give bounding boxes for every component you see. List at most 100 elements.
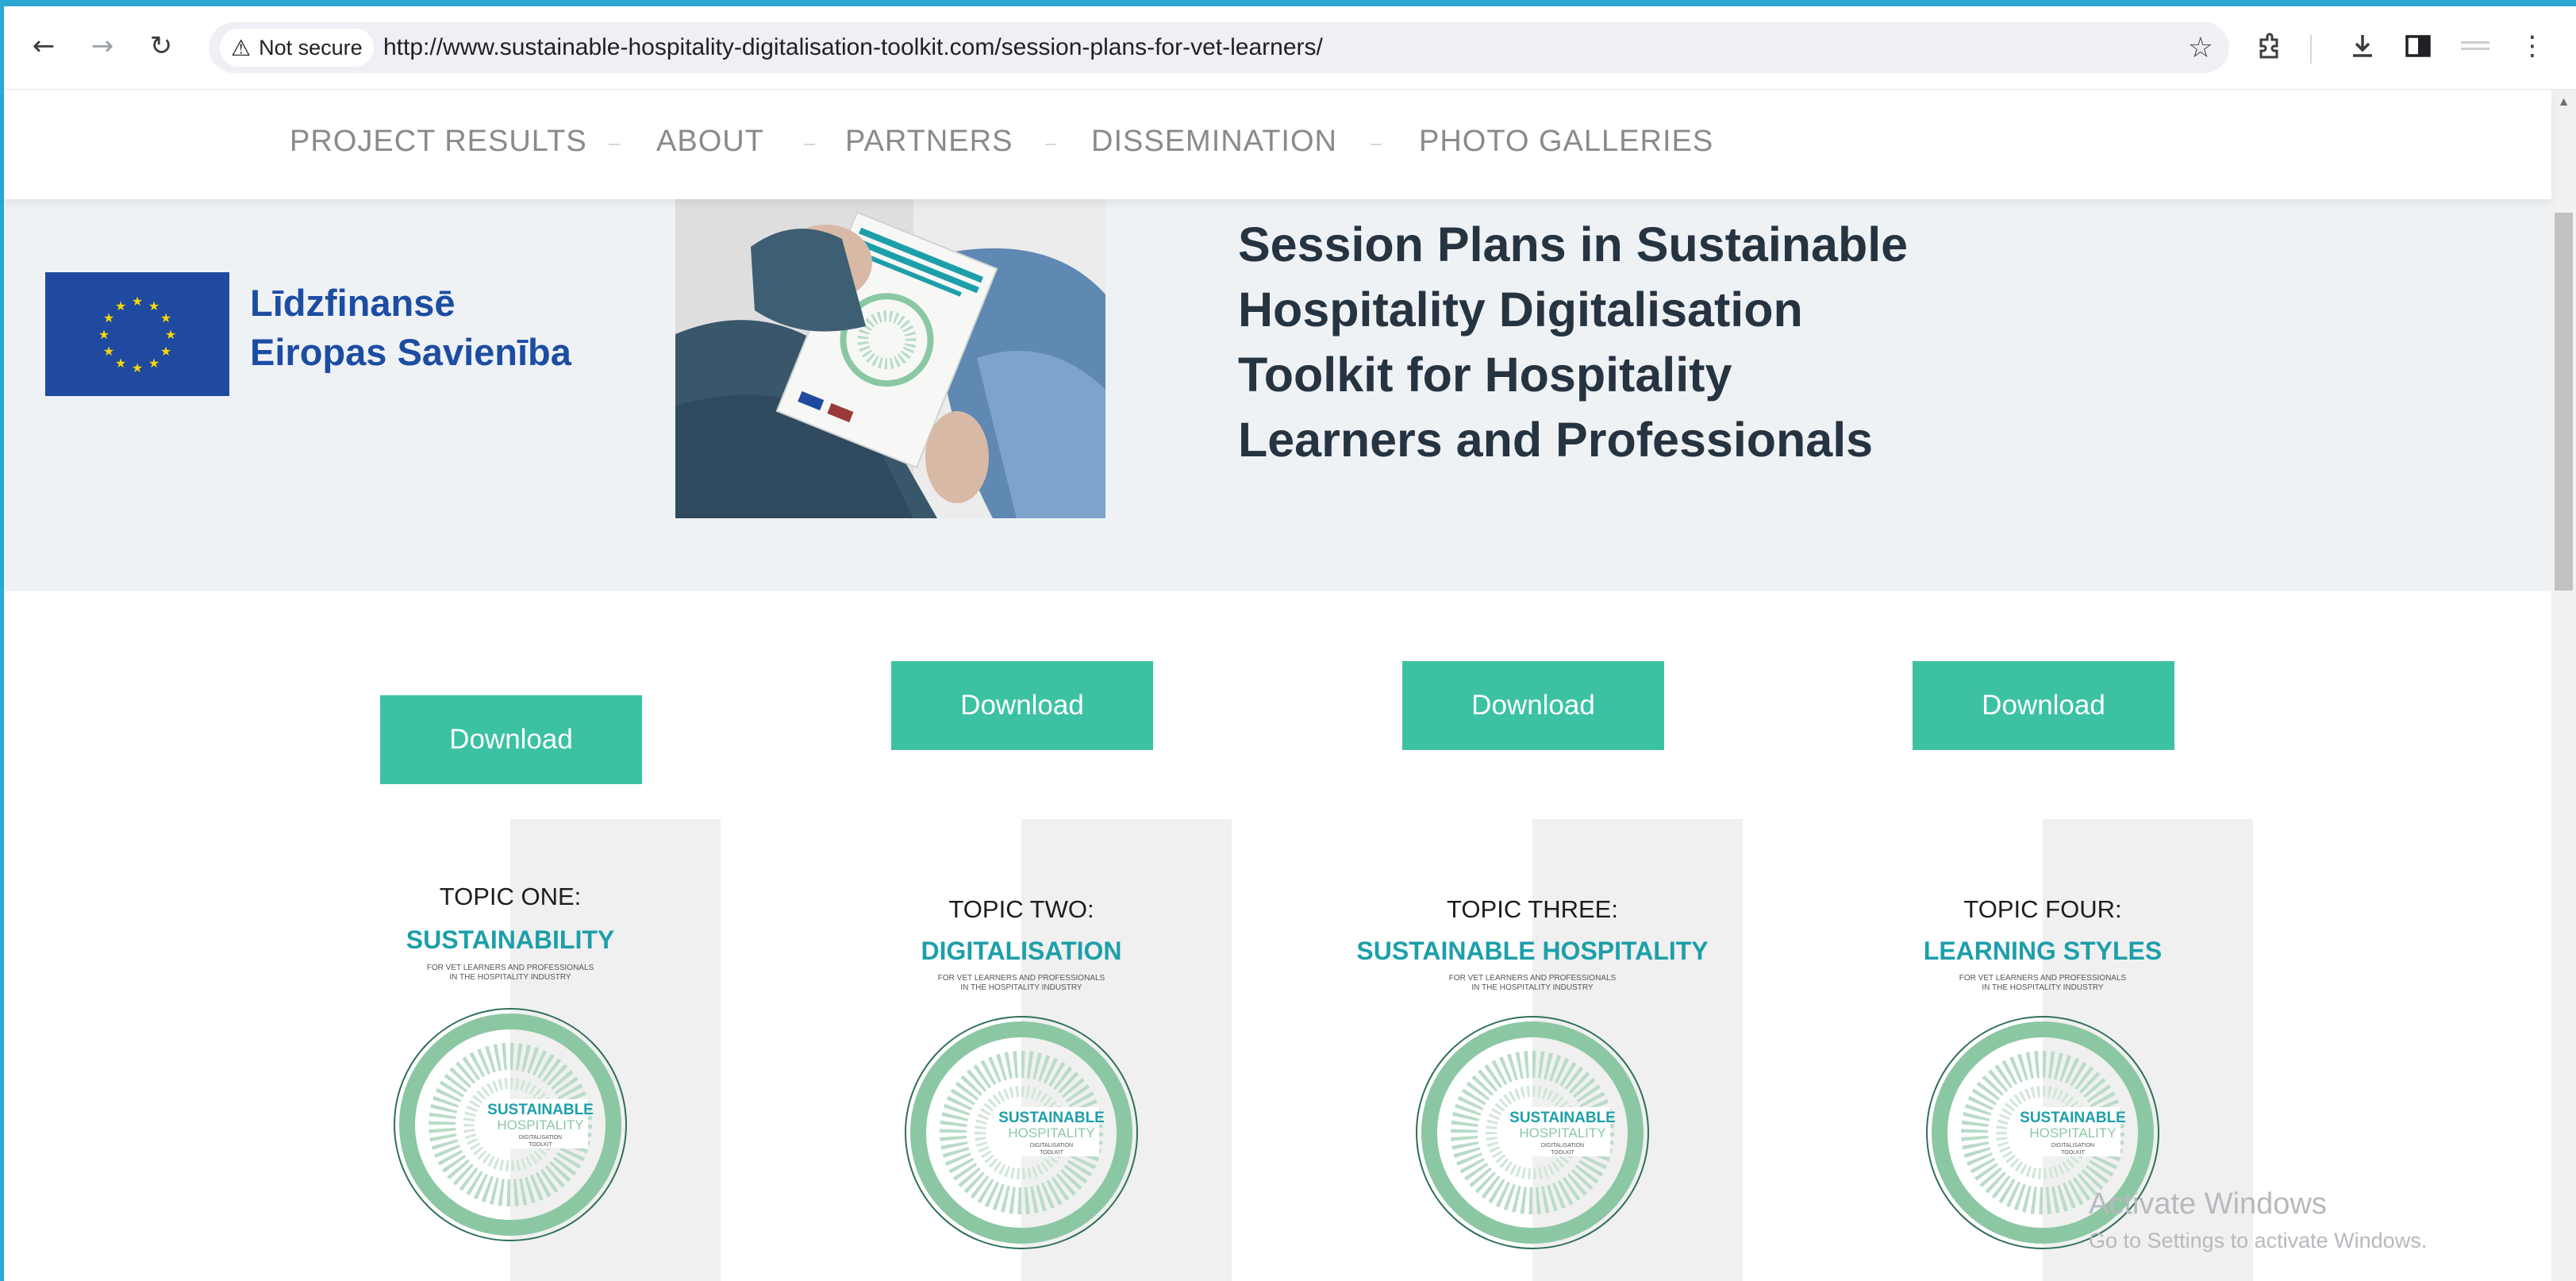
topic-label: TOPIC THREE: — [1447, 895, 1618, 923]
svg-text:★: ★ — [103, 310, 114, 325]
topic-card-two[interactable]: TOPIC TWO: DIGITALISATION FOR VET LEARNE… — [890, 819, 1232, 1281]
site-nav: PROJECT RESULTS ABOUT PARTNERS DISSEMINA… — [4, 90, 2551, 199]
toolbar-separator — [2310, 35, 2312, 63]
title-line: Hospitality Digitalisation — [1238, 283, 1803, 337]
topic-subject: LEARNING STYLES — [1923, 937, 2163, 965]
title-line: Session Plans in Sustainable — [1238, 217, 1909, 271]
svg-text:★: ★ — [160, 344, 171, 359]
svg-text:★: ★ — [132, 360, 143, 375]
svg-text:★: ★ — [132, 294, 143, 309]
security-label: Not secure — [259, 35, 363, 60]
logo-word-toolkit: TOOLKIT — [2061, 1150, 2086, 1156]
title-line: Learners and Professionals — [1238, 413, 1874, 467]
topic-subject: DIGITALISATION — [921, 937, 1122, 965]
nav-separator — [1045, 144, 1056, 145]
card-subtitle-line: IN THE HOSPITALITY INDUSTRY — [1471, 983, 1594, 992]
download-button-topic-two[interactable]: Download — [891, 661, 1153, 750]
card-subtitle-line: FOR VET LEARNERS AND PROFESSIONALS — [937, 974, 1105, 983]
forward-icon[interactable]: → — [80, 24, 125, 68]
logo-word-sustainable: SUSTAINABLE — [487, 1102, 594, 1118]
toolkit-logo-icon: SUSTAINABLE HOSPITALITY DIGITALISATION T… — [1416, 1016, 1649, 1249]
logo-word-toolkit: TOOLKIT — [1040, 1150, 1064, 1156]
download-button-topic-one[interactable]: Download — [380, 695, 642, 784]
topic-label: TOPIC TWO: — [948, 895, 1094, 923]
svg-text:★: ★ — [165, 327, 176, 342]
url-text[interactable]: http://www.sustainable-hospitality-digit… — [383, 22, 1323, 73]
logo-word-hospitality: HOSPITALITY — [1008, 1125, 1094, 1141]
logo-word-hospitality: HOSPITALITY — [497, 1118, 583, 1133]
card-subtitle: FOR VET LEARNERS AND PROFESSIONALS IN TH… — [352, 964, 669, 983]
sidepanel-icon[interactable] — [2396, 24, 2440, 68]
page-title: Session Plans in Sustainable Hospitality… — [1238, 212, 1952, 472]
svg-text:★: ★ — [148, 298, 160, 314]
nav-separator — [609, 144, 620, 145]
back-icon[interactable]: ← — [21, 24, 66, 68]
nav-item-partners[interactable]: PARTNERS — [845, 125, 1013, 159]
card-subtitle-line: FOR VET LEARNERS AND PROFESSIONALS — [1448, 974, 1617, 983]
eu-flag-icon: ★ ★★ ★★★ ★★★ ★★★ — [45, 272, 229, 396]
card-subtitle: FOR VET LEARNERS AND PROFESSIONALS IN TH… — [863, 974, 1180, 993]
star-icon[interactable]: ☆ — [2188, 22, 2213, 73]
logo-word-digitalisation: DIGITALISATION — [1541, 1143, 1584, 1148]
eu-cofunded-text: Līdzfinansē Eiropas Savienība — [250, 279, 571, 377]
topic-label: TOPIC FOUR: — [1963, 895, 2122, 923]
window-frame-top — [0, 0, 2576, 6]
scroll-up-icon[interactable]: ▲ — [2551, 90, 2576, 115]
svg-text:★: ★ — [115, 356, 126, 371]
browser-toolbar: ← → ↻ ⚠ Not secure http://www.sustainabl… — [4, 6, 2576, 90]
nav-item-project-results[interactable]: PROJECT RESULTS — [290, 125, 587, 159]
card-subtitle-line: IN THE HOSPITALITY INDUSTRY — [960, 983, 1082, 992]
toolkit-logo-icon: SUSTAINABLE HOSPITALITY DIGITALISATION T… — [394, 1008, 627, 1241]
activate-windows-subtitle: Go to Settings to activate Windows. — [2089, 1229, 2428, 1252]
download-button-topic-three[interactable]: Download — [1402, 661, 1664, 750]
logo-word-toolkit: TOOLKIT — [1551, 1150, 1575, 1156]
logo-word-digitalisation: DIGITALISATION — [1030, 1143, 1073, 1148]
svg-text:★: ★ — [148, 356, 160, 371]
svg-text:★: ★ — [160, 310, 171, 325]
topic-card-one[interactable]: TOPIC ONE: SUSTAINABILITY FOR VET LEARNE… — [379, 819, 721, 1281]
topic-subject: SUSTAINABLE HOSPITALITY — [1356, 937, 1709, 965]
logo-word-toolkit: TOOLKIT — [529, 1142, 553, 1148]
svg-text:★: ★ — [103, 344, 114, 359]
logo-word-digitalisation: DIGITALISATION — [2051, 1143, 2094, 1148]
card-subtitle: FOR VET LEARNERS AND PROFESSIONALS IN TH… — [1374, 974, 1691, 993]
extensions-icon[interactable] — [2247, 24, 2291, 68]
activate-windows-title: Activate Windows — [2089, 1187, 2327, 1221]
scrollbar-thumb[interactable] — [2555, 213, 2573, 590]
card-subtitle-line: FOR VET LEARNERS AND PROFESSIONALS — [1959, 974, 2127, 983]
eu-line-1: Līdzfinansē — [250, 282, 456, 324]
download-button-topic-four[interactable]: Download — [1913, 661, 2174, 750]
download-icon[interactable] — [2340, 24, 2385, 68]
logo-word-hospitality: HOSPITALITY — [2029, 1125, 2116, 1141]
logo-word-hospitality: HOSPITALITY — [1519, 1125, 1605, 1141]
nav-separator — [804, 144, 815, 145]
profile-icon[interactable] — [2453, 24, 2497, 68]
reload-icon[interactable]: ↻ — [139, 24, 183, 68]
logo-word-sustainable: SUSTAINABLE — [998, 1110, 1105, 1126]
topic-label: TOPIC ONE: — [439, 883, 582, 910]
svg-text:★: ★ — [115, 298, 126, 314]
hero-banner: ★ ★ ★ ★ ★ ★ ★ ★ ★ ★ ★ ★ Līdzfinansē Eiropas Savi… — [4, 199, 2551, 591]
hero-photo — [675, 199, 1105, 518]
warning-icon: ⚠ — [231, 34, 252, 61]
card-subtitle-line: FOR VET LEARNERS AND PROFESSIONALS — [426, 964, 594, 972]
security-chip[interactable]: ⚠ Not secure — [220, 29, 374, 67]
topic-subject: SUSTAINABILITY — [406, 925, 615, 954]
svg-text:★: ★ — [98, 327, 110, 342]
card-subtitle-line: IN THE HOSPITALITY INDUSTRY — [1982, 983, 2104, 992]
nav-separator — [1371, 144, 1382, 145]
nav-item-about[interactable]: ABOUT — [656, 125, 764, 159]
card-subtitle: FOR VET LEARNERS AND PROFESSIONALS IN TH… — [1884, 974, 2201, 993]
title-line: Toolkit for Hospitality — [1238, 348, 1732, 402]
logo-word-sustainable: SUSTAINABLE — [2020, 1110, 2126, 1126]
topic-card-three[interactable]: TOPIC THREE: SUSTAINABLE HOSPITALITY FOR… — [1356, 819, 1743, 1281]
eu-line-2: Eiropas Savienība — [250, 331, 571, 373]
card-subtitle-line: IN THE HOSPITALITY INDUSTRY — [449, 973, 571, 982]
logo-word-digitalisation: DIGITALISATION — [519, 1135, 562, 1141]
toolkit-logo-icon: SUSTAINABLE HOSPITALITY DIGITALISATION T… — [905, 1016, 1138, 1249]
logo-word-sustainable: SUSTAINABLE — [1509, 1110, 1616, 1126]
nav-item-dissemination[interactable]: DISSEMINATION — [1091, 125, 1337, 159]
menu-icon[interactable]: ⋮ — [2510, 24, 2555, 68]
nav-item-photo-galleries[interactable]: PHOTO GALLERIES — [1419, 125, 1713, 159]
address-bar[interactable]: ⚠ Not secure http://www.sustainable-hosp… — [209, 22, 2229, 73]
